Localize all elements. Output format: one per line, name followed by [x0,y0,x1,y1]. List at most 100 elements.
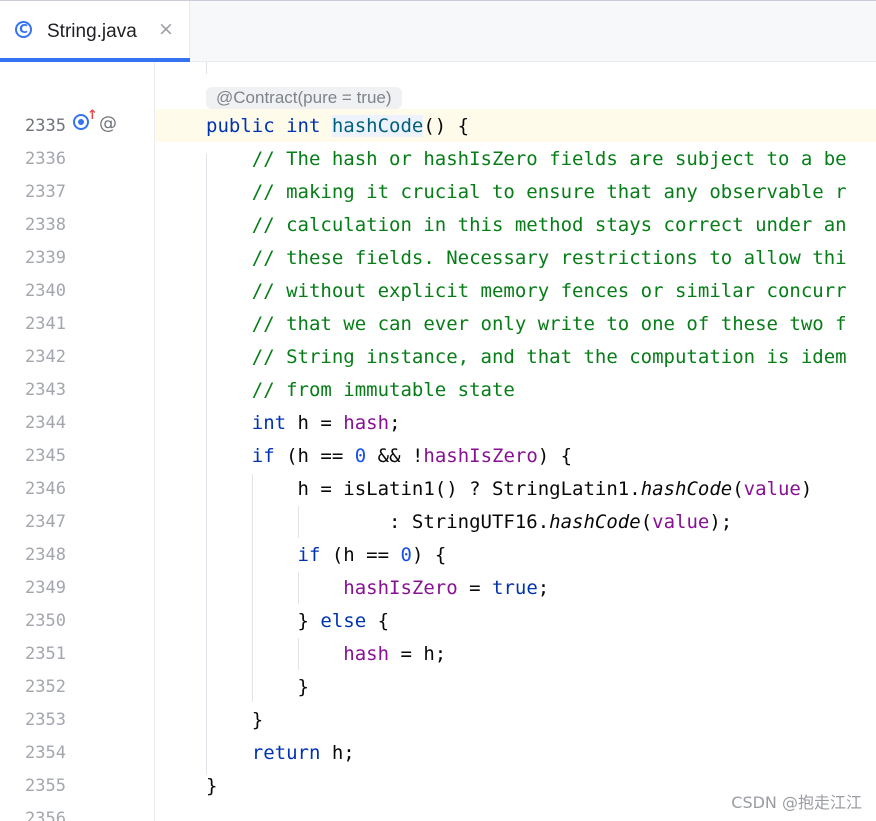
java-class-icon: C [15,21,32,38]
code-token: value [743,478,801,500]
line-number[interactable]: 2350 [0,605,66,638]
inlay-annotation-hint[interactable]: @Contract(pure = true) [206,87,402,109]
code-token: = h; [389,643,447,665]
code-line[interactable]: if (h == 0) { [206,539,447,572]
line-number[interactable]: 2335 [0,110,66,143]
code-token: ); [709,511,733,533]
code-token: value [652,511,710,533]
code-token: 0 [400,544,412,566]
code-line[interactable]: if (h == 0 && !hashIsZero) { [206,440,572,473]
code-line[interactable]: // The hash or hashIsZero fields are sub… [206,143,847,176]
code-token: true [492,577,538,599]
code-token: 0 [354,445,367,467]
code-line[interactable]: // without explicit memory fences or sim… [206,275,847,308]
code-editor[interactable]: @Contract(pure = true) ↑ @ 2335 public in… [0,62,876,821]
code-token: hashCode [640,478,733,500]
line-number[interactable]: 2341 [0,308,66,341]
code-token: // that we can ever only write to one of… [206,313,847,335]
code-line[interactable]: return h; [206,737,355,770]
tab-label: String.java [47,21,137,42]
code-line[interactable]: } [206,770,217,803]
indent-guide [206,62,207,74]
line-number[interactable]: 2336 [0,143,66,176]
code-token: hash [343,643,390,665]
code-line[interactable]: hashIsZero = true; [206,572,549,605]
code-token: (h == [331,544,401,566]
line-number[interactable]: 2352 [0,671,66,704]
code-token: ; [389,412,401,434]
code-token: return [251,742,321,764]
tab-string-java[interactable]: C String.java × [0,1,190,62]
code-token: (h == [286,445,355,467]
line-number[interactable]: 2349 [0,572,66,605]
code-token: // these fields. Necessary restrictions … [206,247,847,269]
code-token: hashIsZero [423,445,538,467]
code-token: } [206,610,321,632]
line-number[interactable]: 2337 [0,176,66,209]
line-number[interactable]: 2342 [0,341,66,374]
watermark: CSDN @抱走江江 [731,793,862,812]
line-number[interactable]: 2356 [0,803,66,821]
code-token: } [206,709,264,731]
code-line[interactable]: // that we can ever only write to one of… [206,308,847,341]
line-number[interactable]: 2348 [0,539,66,572]
code-line[interactable]: h = isLatin1() ? StringLatin1.hashCode(v… [206,473,813,506]
gutter-separator [154,62,155,821]
code-line[interactable]: } [206,671,309,704]
line-number[interactable]: 2354 [0,737,66,770]
close-icon[interactable]: × [158,18,174,40]
line-number[interactable]: 2353 [0,704,66,737]
code-token: ) [800,478,813,500]
code-token: ( [640,511,653,533]
code-token: h = [297,412,344,434]
code-token: ; [537,577,550,599]
code-token: : StringUTF16. [206,511,550,533]
code-token: ) { [411,544,447,566]
code-token: // The hash or hashIsZero fields are sub… [206,148,847,170]
code-line[interactable]: public int hashCode() { [206,110,469,143]
line-number[interactable]: 2346 [0,473,66,506]
code-line[interactable]: } else { [206,605,390,638]
code-token: public [206,115,287,137]
code-token: && ! [366,445,424,467]
code-line[interactable]: // from immutable state [206,374,515,407]
code-token: int [251,412,298,434]
line-number[interactable]: 2345 [0,440,66,473]
line-number[interactable]: 2355 [0,770,66,803]
line-number[interactable]: 2347 [0,506,66,539]
code-token: ( [732,478,744,500]
code-token: hashCode [331,115,424,137]
code-line[interactable]: } [206,704,263,737]
line-number[interactable]: 2339 [0,242,66,275]
line-number[interactable]: 2351 [0,638,66,671]
code-token: if [251,445,287,467]
code-token: int [286,115,332,137]
code-line[interactable]: // calculation in this method stays corr… [206,209,847,242]
code-token: } [206,775,218,797]
code-line[interactable]: // these fields. Necessary restrictions … [206,242,847,275]
code-token: h = isLatin1() ? StringLatin1. [206,478,641,500]
line-number[interactable]: 2344 [0,407,66,440]
code-line[interactable]: // String instance, and that the computa… [206,341,847,374]
code-token: // String instance, and that the computa… [206,346,847,368]
code-line[interactable]: hash = h; [206,638,446,671]
code-token: hashCode [549,511,641,533]
code-line[interactable]: int h = hash; [206,407,401,440]
code-token: ) { [537,445,573,467]
code-line[interactable]: // making it crucial to ensure that any … [206,176,847,209]
code-token: // making it crucial to ensure that any … [206,181,847,203]
code-token: () { [423,115,470,137]
code-line[interactable]: : StringUTF16.hashCode(value); [206,506,732,539]
line-number[interactable]: 2340 [0,275,66,308]
annotation-icon[interactable]: @ [99,113,117,134]
line-number[interactable]: 2343 [0,374,66,407]
code-token: // from immutable state [206,379,515,401]
line-number[interactable]: 2338 [0,209,66,242]
code-token: = [457,577,492,599]
code-token: { [366,610,390,632]
